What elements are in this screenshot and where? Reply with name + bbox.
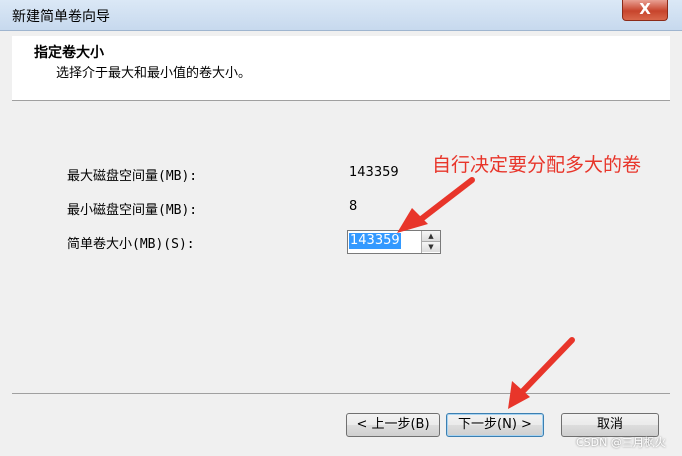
watermark: CSDN @三月枫火 bbox=[576, 436, 666, 449]
annotation-arrow-to-next bbox=[508, 337, 575, 409]
annotation-arrows bbox=[397, 177, 575, 409]
annotation-arrow-to-input bbox=[397, 177, 475, 233]
